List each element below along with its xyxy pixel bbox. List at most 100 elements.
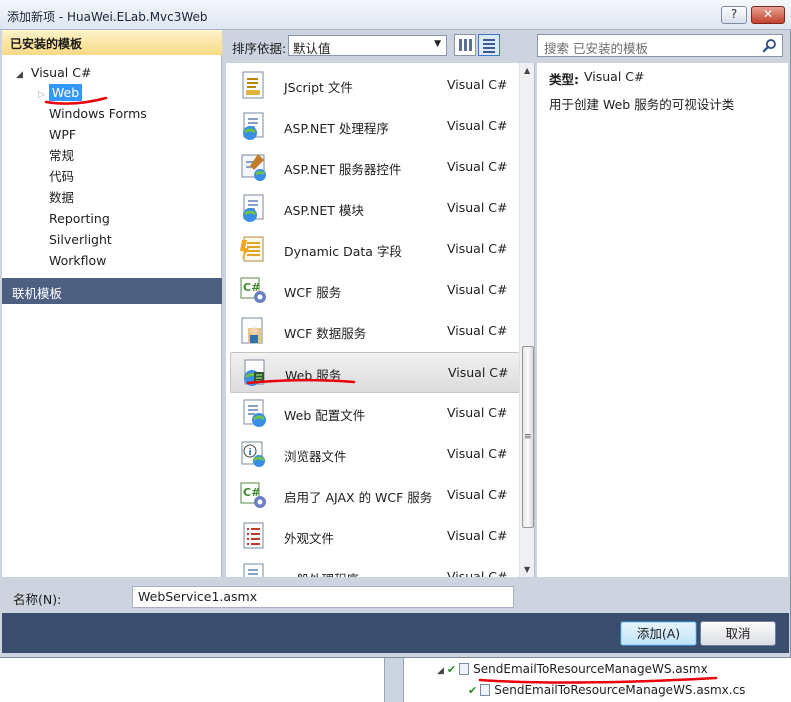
tree-item-label: Web bbox=[48, 84, 83, 101]
add-button[interactable]: 添加(A) bbox=[620, 621, 697, 646]
template-row[interactable]: 一般处理程序 Visual C# bbox=[230, 557, 520, 577]
scrollbar-thumb[interactable]: ≡ bbox=[522, 346, 534, 528]
template-description: 用于创建 Web 服务的可视设计类 bbox=[549, 97, 735, 112]
template-name: Dynamic Data 字段 bbox=[284, 244, 402, 259]
collapsed-arrow-icon[interactable]: ▷ bbox=[38, 90, 45, 100]
file-name: SendEmailToResourceManageWS.asmx.cs bbox=[494, 683, 746, 697]
template-row[interactable]: ASP.NET 服务器控件 Visual C# bbox=[230, 147, 520, 188]
template-name: WCF 服务 bbox=[284, 285, 342, 300]
online-templates-header[interactable]: 联机模板 bbox=[2, 278, 222, 304]
template-name: Web 配置文件 bbox=[284, 408, 366, 423]
tree-item-reporting[interactable]: Reporting bbox=[49, 209, 110, 229]
solution-file-asmx-cs[interactable]: ✔ SendEmailToResourceManageWS.asmx.cs bbox=[468, 683, 745, 697]
aspnet-module-icon bbox=[243, 194, 264, 222]
template-name: 一般处理程序 bbox=[284, 569, 359, 577]
close-button[interactable]: ✕ bbox=[751, 6, 785, 24]
template-row[interactable]: i 浏览器文件 Visual C# bbox=[230, 434, 520, 475]
tree-item-windows-forms[interactable]: Windows Forms bbox=[49, 104, 147, 124]
template-language: Visual C# bbox=[448, 365, 509, 380]
file-icon bbox=[480, 684, 491, 696]
small-icons-grid-icon bbox=[459, 39, 472, 51]
window-title: 添加新项 - HuaWei.ELab.Mvc3Web bbox=[7, 10, 208, 24]
template-row[interactable]: WCF 数据服务 Visual C# bbox=[230, 311, 520, 352]
tree-item-code[interactable]: 代码 bbox=[49, 167, 74, 187]
template-row[interactable]: 外观文件 Visual C# bbox=[230, 516, 520, 557]
aspnet-handler-icon bbox=[243, 112, 264, 140]
browser-file-icon: i bbox=[241, 441, 265, 467]
scroll-down-arrow-icon[interactable]: ▼ bbox=[524, 565, 530, 574]
dropdown-arrow-icon: ▼ bbox=[434, 39, 441, 49]
template-row[interactable]: C# WCF 服务 Visual C# bbox=[230, 270, 520, 311]
checkmark-icon: ✔ bbox=[468, 684, 478, 697]
sort-by-value: 默认值 bbox=[293, 41, 331, 56]
template-language: Visual C# bbox=[447, 323, 508, 338]
tree-item-web[interactable]: ▷ Web bbox=[38, 83, 83, 103]
ajax-wcf-service-icon: C# bbox=[240, 482, 266, 508]
template-name: 浏览器文件 bbox=[284, 449, 347, 464]
sort-by-select[interactable]: 默认值 ▼ bbox=[288, 35, 447, 56]
grip-icon: ≡ bbox=[524, 432, 532, 442]
small-icons-view-button[interactable] bbox=[454, 34, 476, 56]
template-row[interactable]: JScript 文件 Visual C# bbox=[230, 65, 520, 106]
tree-item-general[interactable]: 常规 bbox=[49, 146, 74, 166]
template-language: Visual C# bbox=[447, 77, 508, 92]
jscript-file-icon bbox=[242, 71, 264, 99]
vertical-scrollbar[interactable]: ▲ ≡ ▼ bbox=[519, 63, 534, 577]
web-service-icon bbox=[244, 359, 265, 386]
help-button[interactable]: ? bbox=[721, 6, 747, 24]
panel-splitter[interactable] bbox=[384, 658, 404, 702]
name-input[interactable]: WebService1.asmx bbox=[132, 586, 514, 608]
template-name: 启用了 AJAX 的 WCF 服务 bbox=[284, 490, 433, 505]
tree-item-label: Visual C# bbox=[30, 65, 92, 80]
name-label: 名称(N): bbox=[13, 592, 62, 607]
expanded-arrow-icon[interactable]: ◢ bbox=[437, 666, 444, 676]
scroll-up-arrow-icon[interactable]: ▲ bbox=[524, 66, 530, 75]
generic-handler-icon bbox=[243, 563, 264, 577]
template-row[interactable]: ASP.NET 处理程序 Visual C# bbox=[230, 106, 520, 147]
expanded-arrow-icon[interactable]: ◢ bbox=[16, 70, 23, 80]
template-row[interactable]: ASP.NET 模块 Visual C# bbox=[230, 188, 520, 229]
search-placeholder: 搜索 已安装的模板 bbox=[544, 41, 648, 56]
solution-file-asmx[interactable]: ◢ ✔ SendEmailToResourceManageWS.asmx bbox=[437, 662, 708, 676]
add-new-item-dialog: 添加新项 - HuaWei.ELab.Mvc3Web ? ✕ 已安装的模板 ◢ V… bbox=[0, 0, 791, 657]
template-name: ASP.NET 处理程序 bbox=[284, 121, 389, 136]
template-list: JScript 文件 Visual C# ASP.NET 处理程序 Visual C#… bbox=[226, 63, 535, 577]
template-name: ASP.NET 服务器控件 bbox=[284, 162, 402, 177]
wcf-data-service-icon bbox=[241, 317, 263, 344]
template-row[interactable]: Dynamic Data 字段 Visual C# bbox=[230, 229, 520, 270]
tree-item-workflow[interactable]: Workflow bbox=[49, 251, 106, 271]
type-value: Visual C# bbox=[584, 69, 645, 84]
tree-item-visual-csharp[interactable]: ◢ Visual C# bbox=[16, 63, 91, 83]
template-row[interactable]: C# 启用了 AJAX 的 WCF 服务 Visual C# bbox=[230, 475, 520, 516]
skin-file-icon bbox=[243, 522, 264, 549]
file-name: SendEmailToResourceManageWS.asmx bbox=[473, 662, 708, 676]
sort-by-label: 排序依据: bbox=[232, 41, 287, 56]
tree-item-data[interactable]: 数据 bbox=[49, 188, 74, 208]
template-language: Visual C# bbox=[447, 200, 508, 215]
svg-text:i: i bbox=[249, 448, 252, 458]
template-name: Web 服务 bbox=[285, 368, 342, 383]
dynamic-data-field-icon bbox=[240, 236, 264, 262]
web-config-icon bbox=[243, 399, 266, 427]
template-language: Visual C# bbox=[447, 241, 508, 256]
wcf-service-icon: C# bbox=[240, 277, 266, 303]
template-name: JScript 文件 bbox=[284, 80, 353, 95]
cancel-button[interactable]: 取消 bbox=[700, 621, 776, 646]
tree-item-wpf[interactable]: WPF bbox=[49, 125, 76, 145]
title-bar: 添加新项 - HuaWei.ELab.Mvc3Web ? ✕ bbox=[0, 0, 791, 30]
tree-item-silverlight[interactable]: Silverlight bbox=[49, 230, 112, 250]
template-language: Visual C# bbox=[447, 405, 508, 420]
search-icon[interactable] bbox=[762, 38, 777, 53]
search-input[interactable]: 搜索 已安装的模板 bbox=[537, 34, 783, 57]
template-language: Visual C# bbox=[447, 118, 508, 133]
template-name: 外观文件 bbox=[284, 531, 335, 546]
template-name: WCF 数据服务 bbox=[284, 326, 367, 341]
template-description-panel: 类型: Visual C# 用于创建 Web 服务的可视设计类 bbox=[537, 63, 788, 577]
installed-templates-header[interactable]: 已安装的模板 bbox=[2, 30, 222, 55]
template-category-panel: 已安装的模板 ◢ Visual C# ▷ Web Windows Forms WPF… bbox=[2, 30, 222, 577]
dialog-button-bar: 添加(A) 取消 bbox=[2, 613, 789, 653]
template-language: Visual C# bbox=[447, 159, 508, 174]
template-row[interactable]: Web 配置文件 Visual C# bbox=[230, 393, 520, 434]
list-view-button[interactable] bbox=[478, 34, 500, 56]
template-row[interactable]: Web 服务 Visual C# bbox=[230, 352, 520, 393]
